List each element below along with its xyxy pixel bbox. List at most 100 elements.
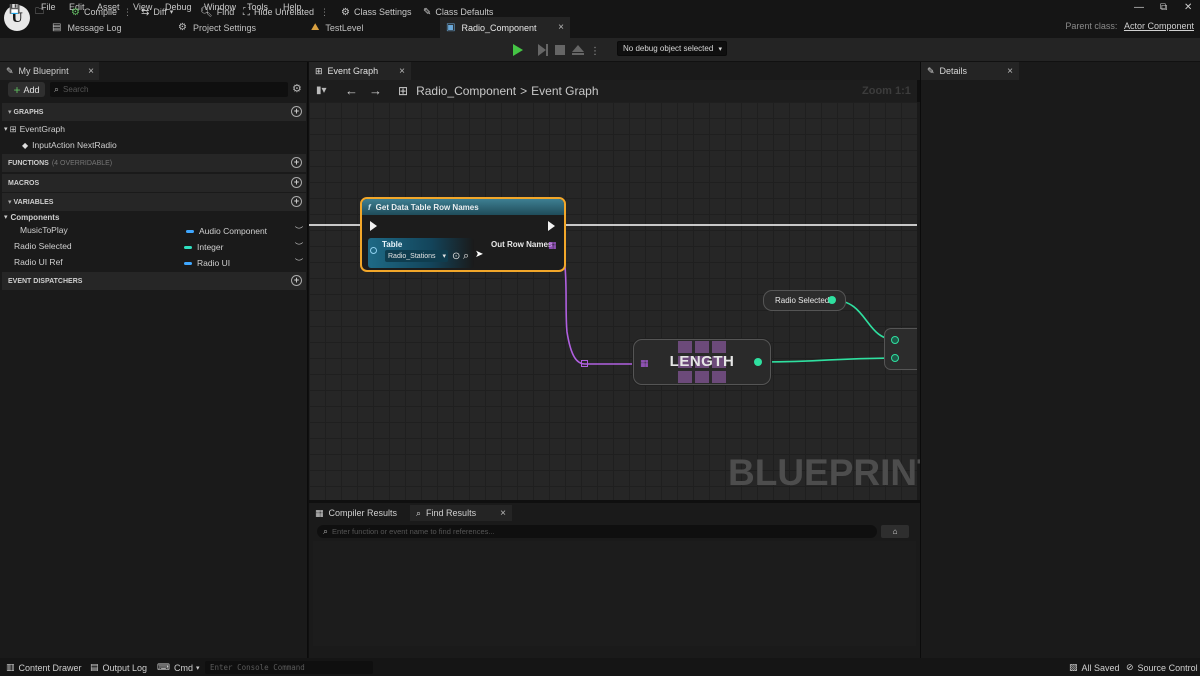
- chevron-down-icon[interactable]: ︶: [295, 225, 303, 236]
- compile-button[interactable]: ⚙ Compile ⋮: [71, 4, 132, 20]
- tab-find-results[interactable]: ⌕ Find Results ×: [410, 505, 512, 521]
- reroute-array-pin[interactable]: [581, 360, 588, 367]
- toolbar: [0, 38, 1200, 62]
- add-function-icon[interactable]: +: [291, 157, 302, 168]
- section-event-dispatchers[interactable]: EVENT DISPATCHERS +: [2, 272, 306, 290]
- integer-out-pin[interactable]: [828, 296, 836, 304]
- diff-button[interactable]: ⇆ Diff ▾: [141, 4, 173, 20]
- source-control-label: Source Control: [1137, 662, 1198, 673]
- tab-details[interactable]: ✎ Details ×: [921, 62, 1019, 80]
- all-saved-label: All Saved: [1081, 662, 1120, 673]
- close-tab-icon[interactable]: ×: [500, 508, 506, 519]
- tab-event-graph[interactable]: ⊞ Event Graph ×: [309, 62, 411, 80]
- hide-unrelated-label: Hide Unrelated: [254, 7, 315, 17]
- close-window-icon[interactable]: ✕: [1184, 2, 1192, 13]
- console-command-input[interactable]: Enter Console Command: [205, 661, 373, 674]
- class-defaults-button[interactable]: ✎ Class Defaults: [423, 4, 493, 20]
- breadcrumb-root[interactable]: Radio_Component: [416, 84, 516, 98]
- variable-type[interactable]: Integer: [184, 242, 223, 252]
- use-asset-icon[interactable]: ⊙: [452, 251, 460, 262]
- minimize-icon[interactable]: —: [1134, 2, 1144, 13]
- back-arrow-icon[interactable]: ←: [345, 83, 358, 98]
- close-tab-icon[interactable]: ×: [88, 66, 94, 77]
- search-icon: ⌕: [416, 507, 422, 518]
- content-drawer-button[interactable]: ▥ Content Drawer: [6, 662, 82, 673]
- all-saved-status[interactable]: ▧ All Saved: [1069, 662, 1120, 673]
- class-settings-button[interactable]: ⚙ Class Settings: [341, 4, 412, 20]
- variables-components-group[interactable]: ▾ Components: [4, 210, 59, 224]
- play-icon[interactable]: [513, 44, 523, 56]
- debug-object-select[interactable]: No debug object selected ▾: [617, 41, 727, 56]
- more-options-icon[interactable]: ⋮: [590, 46, 600, 57]
- exec-in-pin[interactable]: [370, 221, 377, 231]
- step-icon[interactable]: [538, 44, 546, 56]
- array-out-pin[interactable]: ▦: [548, 240, 557, 251]
- forward-arrow-icon[interactable]: →: [369, 83, 382, 98]
- tab-radio-component[interactable]: ▣ Radio_Component ×: [440, 17, 570, 38]
- bookmark-icon[interactable]: ▮▾: [316, 85, 327, 96]
- chevron-down-icon[interactable]: ︶: [295, 257, 303, 268]
- save-icon[interactable]: 💾: [9, 4, 20, 20]
- tab-compiler-results[interactable]: ▦ Compiler Results: [309, 505, 409, 521]
- eject-bar-icon: [572, 53, 584, 55]
- find-in-all-blueprints-button[interactable]: ⌂: [881, 525, 909, 538]
- close-tab-icon[interactable]: ×: [1007, 66, 1013, 77]
- output-log-button[interactable]: ▤ Output Log: [90, 662, 147, 673]
- class-defaults-label: Class Defaults: [435, 7, 494, 17]
- array-in-pin[interactable]: ▦: [640, 358, 649, 369]
- search-input[interactable]: ⌕ Search: [50, 82, 288, 97]
- tab-my-blueprint[interactable]: ✎ My Blueprint ×: [0, 62, 99, 80]
- exec-out-pin[interactable]: [548, 221, 555, 231]
- eject-icon[interactable]: [572, 45, 584, 52]
- variable-musictoplay[interactable]: MusicToPlay: [20, 223, 68, 237]
- add-macro-icon[interactable]: +: [291, 177, 302, 188]
- node-header[interactable]: f Get Data Table Row Names: [362, 199, 564, 215]
- parent-class: Parent class: Actor Component: [1065, 21, 1194, 31]
- stop-icon[interactable]: [555, 45, 565, 55]
- variable-radio-ui-ref[interactable]: Radio UI Ref: [14, 255, 63, 269]
- close-tab-icon[interactable]: ×: [558, 22, 564, 33]
- section-functions[interactable]: FUNCTIONS (4 OVERRIDABLE) +: [2, 154, 306, 172]
- find-button[interactable]: 🔍︎ Find: [200, 4, 234, 20]
- variable-type[interactable]: Audio Component: [186, 226, 267, 236]
- add-graph-icon[interactable]: +: [291, 106, 302, 117]
- table-input-pin[interactable]: [370, 247, 377, 254]
- integer-in-pin[interactable]: [891, 336, 899, 344]
- tab-project-settings[interactable]: ⚙ Project Settings: [172, 17, 302, 38]
- graph-icon: ⊞: [9, 123, 17, 134]
- output-log-label: Output Log: [102, 662, 148, 673]
- integer-in-pin[interactable]: [891, 354, 899, 362]
- source-control-icon: ⊘: [1126, 662, 1134, 672]
- more-options-icon[interactable]: ⋮: [123, 7, 132, 18]
- console-placeholder: Enter Console Command: [210, 663, 305, 672]
- gear-icon[interactable]: ⚙: [292, 82, 302, 95]
- graph-item-inputaction[interactable]: ◆ InputAction NextRadio: [22, 138, 117, 152]
- add-variable-icon[interactable]: +: [291, 196, 302, 207]
- variable-radio-selected[interactable]: Radio Selected: [14, 239, 72, 253]
- browse-icon[interactable]: 🗀: [35, 4, 44, 20]
- chevron-down-icon[interactable]: ︶: [295, 241, 303, 252]
- restore-icon[interactable]: ⧉: [1160, 2, 1167, 13]
- section-label: VARIABLES: [13, 198, 54, 206]
- browse-asset-icon[interactable]: ⌕: [463, 250, 469, 263]
- section-graphs[interactable]: ▾ GRAPHS +: [2, 103, 306, 121]
- variable-type[interactable]: Radio UI: [184, 258, 230, 268]
- hide-unrelated-button[interactable]: ⛶ Hide Unrelated ⋮: [243, 4, 329, 20]
- pencil-icon: ✎: [6, 65, 14, 76]
- find-references-input[interactable]: ⌕ Enter function or event name to find r…: [317, 525, 877, 538]
- add-dispatcher-icon[interactable]: +: [291, 275, 302, 286]
- cmd-select[interactable]: ⌨ Cmd ▾: [157, 662, 200, 673]
- integer-out-pin[interactable]: [754, 358, 762, 366]
- tab-message-log[interactable]: ▤ Message Log: [46, 17, 171, 38]
- graph-item-eventgraph[interactable]: ▾ ⊞ EventGraph: [4, 122, 65, 136]
- more-options-icon[interactable]: ⋮: [320, 7, 329, 18]
- tab-testlevel[interactable]: ⛰ TestLevel: [305, 17, 435, 38]
- section-macros[interactable]: MACROS +: [2, 174, 306, 192]
- table-asset-select[interactable]: Radio_Stations ▾: [385, 250, 448, 262]
- add-button[interactable]: + Add: [8, 82, 45, 97]
- section-variables[interactable]: ▾ VARIABLES +: [2, 193, 306, 211]
- parent-class-link[interactable]: Actor Component: [1124, 21, 1194, 31]
- close-tab-icon[interactable]: ×: [399, 66, 405, 77]
- breadcrumb-leaf[interactable]: Event Graph: [531, 84, 598, 98]
- source-control-button[interactable]: ⊘ Source Control: [1126, 662, 1198, 673]
